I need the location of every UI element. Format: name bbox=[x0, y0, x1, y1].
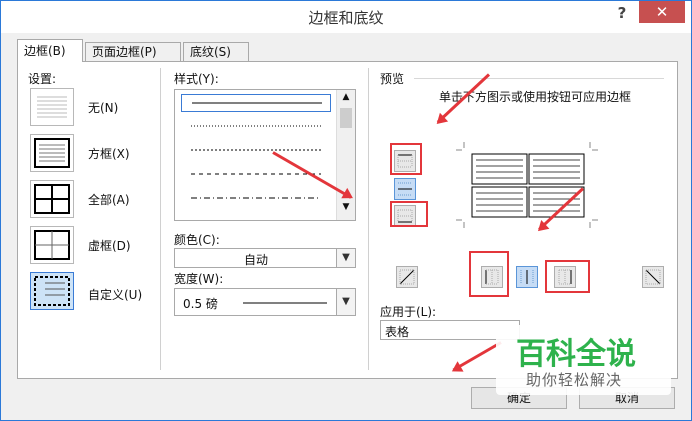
title-bar: 边框和底纹 ? ✕ bbox=[1, 1, 691, 33]
tab-borders[interactable]: 边框(B) bbox=[17, 39, 83, 62]
setting-custom-label[interactable]: 自定义(U) bbox=[88, 286, 142, 303]
apply-to-heading: 应用于(L): bbox=[380, 305, 437, 319]
watermark-title: 百科全说 bbox=[516, 337, 636, 372]
border-preview-diagram[interactable] bbox=[456, 142, 606, 230]
close-button[interactable]: ✕ bbox=[639, 1, 685, 23]
preview-divider bbox=[414, 78, 664, 79]
width-dropdown[interactable]: 0.5 磅 ▼ bbox=[174, 288, 356, 316]
scroll-down-icon[interactable]: ▼ bbox=[339, 202, 353, 216]
inside-vertical-border-button[interactable] bbox=[516, 266, 538, 288]
color-heading: 颜色(C): bbox=[174, 233, 220, 247]
width-line-sample bbox=[243, 302, 327, 304]
dialog-title: 边框和底纹 bbox=[308, 9, 384, 27]
setting-custom-icon[interactable] bbox=[30, 272, 74, 310]
annotation-box-bottom-border bbox=[390, 201, 428, 227]
setting-box-label[interactable]: 方框(X) bbox=[88, 145, 130, 162]
color-dropdown[interactable]: 自动 ▼ bbox=[174, 248, 356, 268]
width-value: 0.5 磅 bbox=[183, 297, 218, 311]
setting-grid-label[interactable]: 虚框(D) bbox=[88, 237, 131, 254]
chevron-down-icon[interactable]: ▼ bbox=[336, 289, 355, 315]
line-style-dash-dot[interactable] bbox=[181, 190, 331, 208]
watermark-subtitle: 助你轻松解决 bbox=[526, 371, 623, 389]
line-style-fine-dash[interactable] bbox=[181, 142, 331, 160]
line-style-listbox[interactable]: ▲ ▼ bbox=[174, 89, 356, 221]
setting-all-label[interactable]: 全部(A) bbox=[88, 191, 130, 208]
chevron-down-icon[interactable]: ▼ bbox=[336, 249, 355, 267]
diagonal-down-border-button[interactable] bbox=[642, 266, 664, 288]
tab-shading[interactable]: 底纹(S) bbox=[183, 42, 249, 61]
scroll-thumb[interactable] bbox=[340, 108, 352, 128]
setting-box-icon[interactable] bbox=[30, 134, 74, 172]
tab-page-border[interactable]: 页面边框(P) bbox=[85, 42, 181, 61]
inside-horizontal-border-button[interactable] bbox=[394, 178, 416, 200]
setting-all-icon[interactable] bbox=[30, 180, 74, 218]
line-style-dotted[interactable] bbox=[181, 118, 331, 136]
apply-to-value: 表格 bbox=[385, 325, 410, 339]
settings-heading: 设置: bbox=[28, 72, 57, 86]
help-button[interactable]: ? bbox=[607, 1, 637, 25]
setting-none-icon[interactable] bbox=[30, 88, 74, 126]
style-heading: 样式(Y): bbox=[174, 72, 219, 86]
setting-none-label[interactable]: 无(N) bbox=[88, 99, 118, 116]
scroll-up-icon[interactable]: ▲ bbox=[339, 92, 353, 106]
line-style-solid[interactable] bbox=[181, 94, 331, 112]
preview-heading: 预览 bbox=[380, 72, 405, 86]
borders-and-shading-dialog: 边框和底纹 ? ✕ 边框(B) 页面边框(P) 底纹(S) 设置: 无(N) 方… bbox=[0, 0, 692, 421]
setting-grid-icon[interactable] bbox=[30, 226, 74, 264]
column-divider-right bbox=[368, 68, 369, 370]
column-divider-left bbox=[160, 68, 161, 370]
diagonal-up-border-button[interactable] bbox=[396, 266, 418, 288]
color-value: 自动 bbox=[243, 253, 268, 267]
width-heading: 宽度(W): bbox=[174, 272, 224, 286]
watermark: 百科全说 助你轻松解决 bbox=[496, 325, 671, 395]
annotation-box-top-border bbox=[390, 143, 422, 175]
annotation-box-left-border bbox=[469, 251, 509, 297]
annotation-box-right-border bbox=[545, 260, 590, 293]
